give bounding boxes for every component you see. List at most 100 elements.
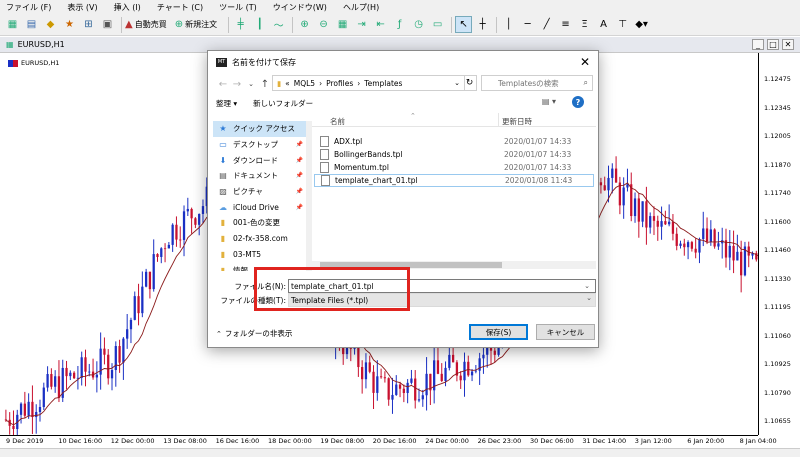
nav-item[interactable]: ★ クイック アクセス [213,121,306,137]
shapes-icon[interactable]: ◆▾ [633,16,650,33]
text-icon[interactable]: A [595,16,612,33]
forward-arrow-icon[interactable]: → [230,77,244,91]
candle-body [671,221,675,234]
horizontal-line-icon[interactable]: ─ [519,16,536,33]
filename-dropdown-icon[interactable]: ⌄ [584,282,590,290]
file-row[interactable]: Momentum.tpl 2020/01/07 14:33 [314,161,594,174]
path-dropdown-icon[interactable]: ⌄ [454,79,460,87]
refresh-icon[interactable]: ↻ [463,75,477,91]
dialog-close-button[interactable]: ✕ [572,51,598,73]
channel-icon[interactable]: ≡ [557,16,574,33]
line-chart-icon[interactable]: 〜 [270,16,287,33]
candle-body [152,254,155,290]
candle-body [414,378,417,401]
menu-insert[interactable]: 挿入 (I) [114,2,141,13]
label-icon[interactable]: ⊤ [614,16,631,33]
save-button[interactable]: 保存(S) [469,324,528,340]
nav-item[interactable]: ☁ iCloud Drive 📌 [213,199,306,215]
price-tick-label: 1.11195 [764,303,791,311]
file-row[interactable]: template_chart_01.tpl 2020/01/08 11:43 [314,174,594,187]
menu-window[interactable]: ウインドウ(W) [273,2,327,13]
view-options-icon[interactable]: ▤ ▾ [542,97,556,106]
menu-tools[interactable]: ツール (T) [219,2,257,13]
candle-body [493,350,496,355]
autoscroll-icon[interactable]: ⇥ [353,16,370,33]
menu-view[interactable]: 表示 (V) [67,2,97,13]
new-order-button[interactable]: ⊕ 新規注文 [175,19,217,30]
trendline-icon[interactable]: ╱ [538,16,555,33]
crosshair-icon[interactable]: ┼ [474,16,491,33]
zoom-in-icon[interactable]: ⊕ [296,16,313,33]
candle-body [470,371,474,376]
periods-icon[interactable]: ◷ [410,16,427,33]
back-arrow-icon[interactable]: ← [216,77,230,91]
column-name[interactable]: 名前 [330,116,345,127]
candle-body [372,371,375,393]
auto-trade-button[interactable]: ▲ 自動売買 [125,19,167,30]
organize-button[interactable]: 整理 ▾ [216,98,237,109]
hide-folders-label: フォルダーの非表示 [224,329,293,338]
column-divider[interactable] [498,113,499,127]
breadcrumb-profiles[interactable]: Profiles [326,79,353,88]
nav-item[interactable]: ▨ ピクチャ 📌 [213,184,306,200]
up-arrow-icon[interactable]: ↑ [258,77,272,91]
recent-dropdown-icon[interactable]: ⌄ [244,77,258,91]
candlestick-icon[interactable]: ┃ [251,16,268,33]
candle-body [398,384,402,389]
candle-body [626,184,629,188]
folder-icon: ▮ [277,78,282,88]
menu-help[interactable]: ヘルプ(H) [343,2,379,13]
search-input[interactable] [498,78,588,88]
chart-shift-icon[interactable]: ⇤ [372,16,389,33]
menu-chart[interactable]: チャート (C) [157,2,203,13]
templates-icon[interactable]: ▭ [429,16,446,33]
chart-window-title-text: EURUSD,H1 [17,40,65,49]
navigator-icon[interactable]: ★ [61,16,78,33]
candle-body [379,376,383,378]
candle-body [194,218,197,225]
close-button[interactable]: ✕ [782,39,794,50]
fibonacci-icon[interactable]: Ξ [576,16,593,33]
file-row[interactable]: ADX.tpl 2020/01/07 14:33 [314,135,594,148]
indicators-icon[interactable]: ƒ [391,16,408,33]
nav-item[interactable]: ▭ デスクトップ 📌 [213,137,306,153]
candle-body [709,229,712,242]
candle-body [65,367,68,377]
profiles-icon[interactable]: ▤ [23,16,40,33]
candle-body [611,168,614,178]
file-row[interactable]: BollingerBands.tpl 2020/01/07 14:33 [314,148,594,161]
column-date[interactable]: 更新日時 [502,116,532,127]
breadcrumb-mql5[interactable]: MQL5 [294,79,315,88]
nav-item[interactable]: ⬇ ダウンロード 📌 [213,152,306,168]
nav-item[interactable]: ▤ ドキュメント 📌 [213,168,306,184]
candle-body [690,242,694,249]
hide-folders-toggle[interactable]: ⌃ フォルダーの非表示 [216,328,292,339]
bar-chart-icon[interactable]: ╪ [232,16,249,33]
zoom-out-icon[interactable]: ⊖ [315,16,332,33]
menu-file[interactable]: ファイル (F) [6,2,51,13]
breadcrumb-templates[interactable]: Templates [364,79,402,88]
maximize-button[interactable]: □ [767,39,779,50]
candle-body [736,251,739,261]
filetype-dropdown-icon: ⌄ [586,294,592,302]
cursor-icon[interactable]: ↖ [455,16,473,33]
nav-item[interactable]: ▮ 02-fx-358.com [213,231,306,247]
path-breadcrumb[interactable]: ▮ « MQL5 › Profiles › Templates ⌄ [272,75,465,91]
data-window-icon[interactable]: ⊞ [80,16,97,33]
time-tick-label: 20 Dec 16:00 [372,437,417,445]
cancel-button[interactable]: キャンセル [536,324,595,340]
market-watch-icon[interactable]: ◆ [42,16,59,33]
help-icon[interactable]: ? [572,96,584,108]
terminal-icon[interactable]: ▣ [99,16,116,33]
vertical-line-icon[interactable]: │ [500,16,517,33]
minimize-button[interactable]: _ [752,39,764,50]
candle-body [402,388,405,394]
candle-body [12,425,15,430]
nav-item[interactable]: ▮ 001-色の変更 [213,215,306,231]
nav-item-label: ドキュメント [233,171,278,181]
new-folder-button[interactable]: 新しいフォルダー [253,98,313,109]
candle-body [118,346,121,363]
grid-icon[interactable]: ▦ [334,16,351,33]
new-chart-icon[interactable]: ▦ [4,16,21,33]
nav-item[interactable]: ▮ 03-MT5 [213,247,306,263]
